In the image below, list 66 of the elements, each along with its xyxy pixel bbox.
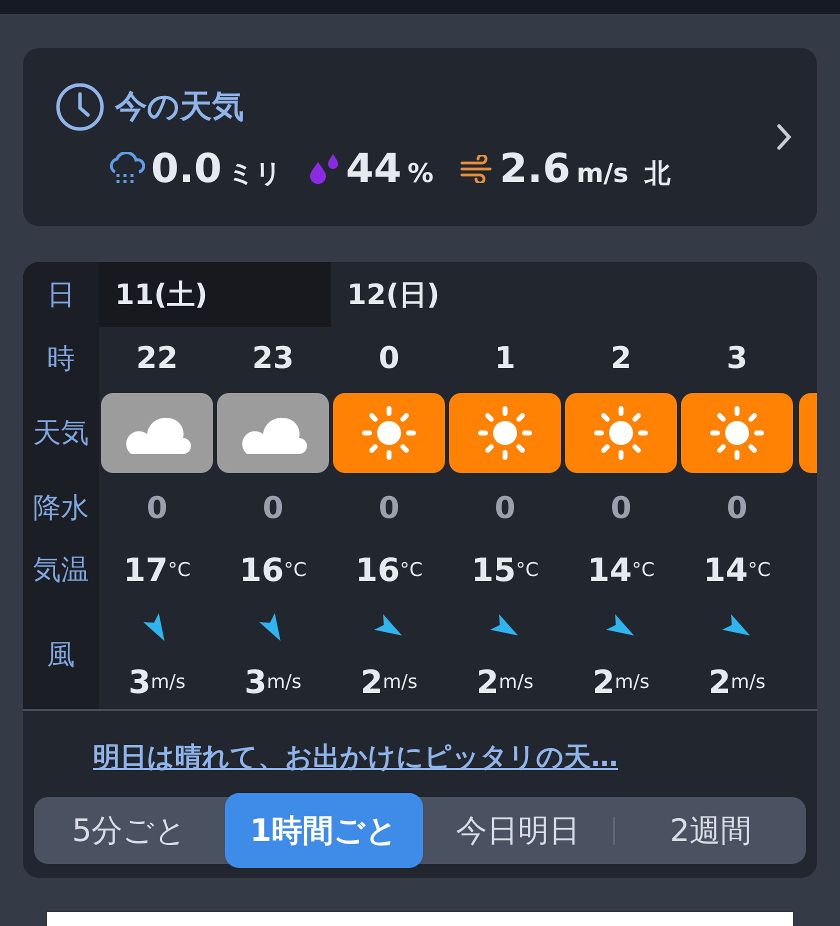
wind-speed-unit: m/s xyxy=(266,671,302,693)
row-label: 日 xyxy=(23,262,99,327)
precip-value: 0 xyxy=(378,490,400,526)
wind-unit: m/s xyxy=(576,159,629,189)
sun-icon xyxy=(360,404,418,462)
wind-speed-unit: m/s xyxy=(150,671,186,693)
temperature-unit: °C xyxy=(748,559,771,581)
sun-icon xyxy=(592,404,650,462)
sun-icon xyxy=(476,404,534,462)
temperature-unit: °C xyxy=(284,559,307,581)
wind-direction: 北 xyxy=(644,158,671,191)
wind-speed-unit: m/s xyxy=(730,671,766,693)
temperature-unit: °C xyxy=(516,559,539,581)
row-label: 時 xyxy=(23,327,99,390)
wind-value: 2.6 xyxy=(500,146,570,192)
temperature-unit: °C xyxy=(632,559,655,581)
wind-speed-value: 3 xyxy=(244,663,267,701)
date-header: 11(土) xyxy=(99,262,331,327)
wind-speed-value: 3 xyxy=(128,663,151,701)
clock-icon xyxy=(55,82,105,132)
temperature-unit: °C xyxy=(168,559,191,581)
current-weather-card[interactable]: 今の天気 0.0 ミリ 44% 2.6 m/s 北 xyxy=(23,48,817,226)
row-label: 風 xyxy=(23,600,99,709)
interval-tab[interactable]: 1時間ごと xyxy=(224,793,423,868)
wind-speed-unit: m/s xyxy=(498,671,534,693)
wind-speed-value: 2 xyxy=(476,663,499,701)
wind-speed-value: 2 xyxy=(708,663,731,701)
humidity-value: 44 xyxy=(346,146,402,192)
temperature-value: 16 xyxy=(355,551,400,589)
temperature-value: 17 xyxy=(123,551,168,589)
rain-cloud-icon xyxy=(109,152,145,186)
row-label: 天気 xyxy=(23,390,99,476)
rain-value: 0.0 xyxy=(151,146,222,192)
precip-value: 0 xyxy=(494,490,516,526)
wind-icon xyxy=(460,155,494,183)
hour-label: 3 xyxy=(726,341,748,376)
precip-value: 0 xyxy=(610,490,632,526)
hour-label: 23 xyxy=(252,341,294,376)
precip-value: 0 xyxy=(726,490,748,526)
temperature-value: 14 xyxy=(587,551,632,589)
droplets-icon xyxy=(308,154,340,184)
wind-speed-value: 2 xyxy=(592,663,615,701)
humidity-unit: % xyxy=(408,159,434,189)
interval-tab[interactable]: 5分ごと xyxy=(34,797,225,864)
hour-label: 1 xyxy=(494,341,516,376)
sun-icon xyxy=(708,404,766,462)
temperature-value: 16 xyxy=(239,551,284,589)
precip-value: 0 xyxy=(146,490,168,526)
wind-speed-unit: m/s xyxy=(382,671,418,693)
interval-tab[interactable]: 今日明日 xyxy=(422,797,614,864)
row-label: 気温 xyxy=(23,540,99,600)
card-title: 今の天気 xyxy=(115,86,244,127)
row-label: 降水 xyxy=(23,476,99,540)
temperature-value: 14 xyxy=(703,551,748,589)
wind-speed-value: 2 xyxy=(360,663,383,701)
temperature-value: 15 xyxy=(471,551,516,589)
wind-speed-unit: m/s xyxy=(614,671,650,693)
hour-label: 0 xyxy=(378,341,400,376)
date-header: 12(日) xyxy=(346,276,441,312)
hour-label: 2 xyxy=(610,341,632,376)
interval-tab[interactable]: 2週間 xyxy=(615,797,806,864)
forecast-summary-link[interactable]: 明日は晴れて、お出かけにピッタリの天… xyxy=(93,742,618,773)
temperature-unit: °C xyxy=(400,559,423,581)
rain-unit: ミリ xyxy=(228,158,282,191)
hour-label: 22 xyxy=(136,341,178,376)
precip-value: 0 xyxy=(262,490,284,526)
